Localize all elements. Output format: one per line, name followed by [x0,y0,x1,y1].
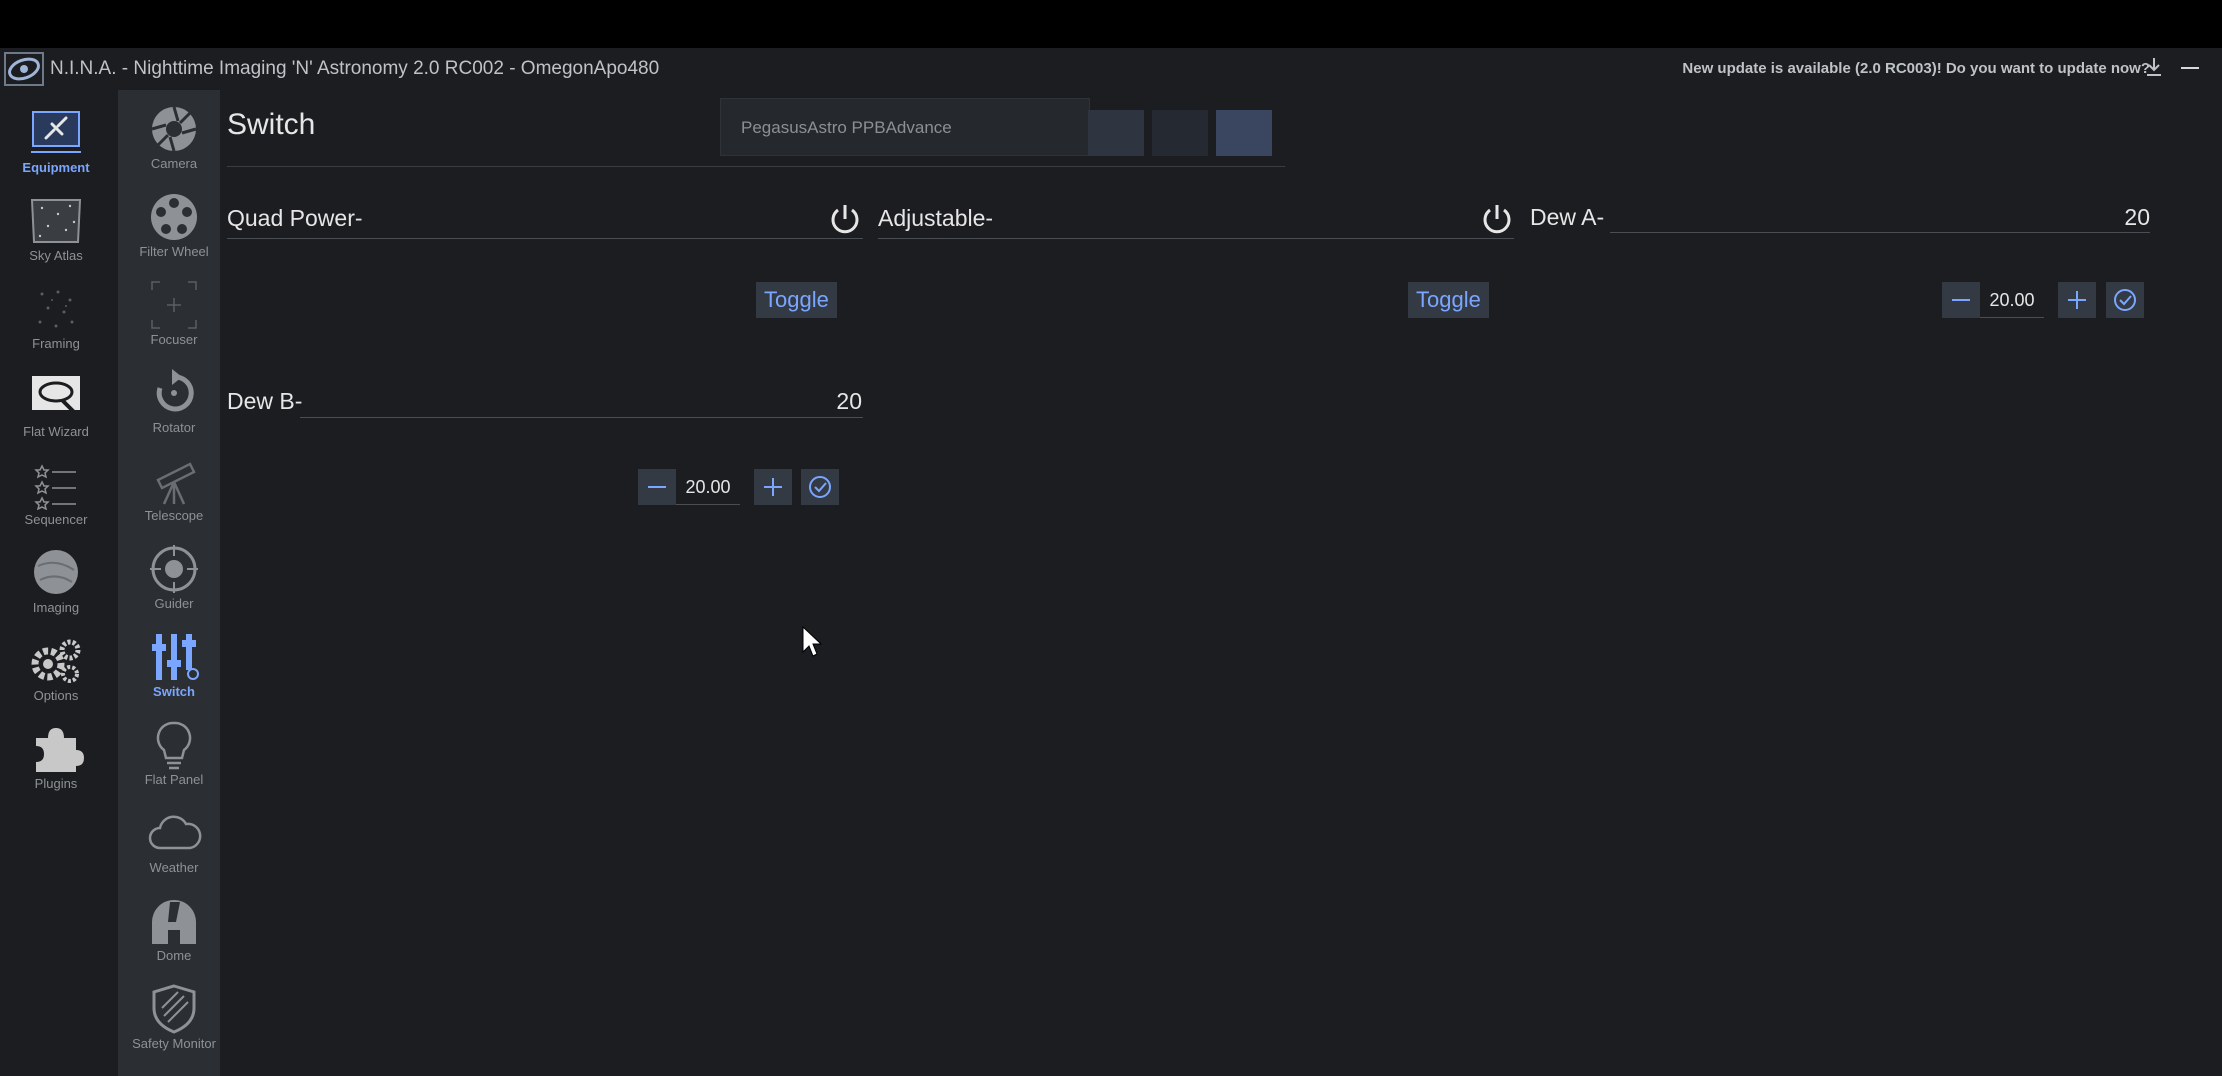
nav-item-sequencer[interactable]: Sequencer [0,460,112,527]
nav-label: Plugins [34,776,78,791]
device-name: PegasusAstro PPBAdvance [741,118,952,137]
quad-power-toggle-button[interactable]: Toggle [756,282,837,318]
equipment-nav-guider[interactable]: Guider [118,544,230,611]
nav-label: Focuser [150,332,198,347]
dome-icon [152,900,196,944]
page-title: Switch [227,108,316,141]
remote-desktop-top-bar [0,0,2222,48]
switch-divider [300,417,863,418]
nav-label: Filter Wheel [139,244,209,259]
framing-icon [38,290,74,328]
nav-item-imaging[interactable]: Imaging [0,548,112,615]
window-title: N.I.N.A. - Nighttime Imaging 'N' Astrono… [50,58,660,79]
equipment-nav-telescope[interactable]: Telescope [118,456,230,523]
switch-sliders-icon [152,634,199,680]
equipment-nav-weather[interactable]: Weather [118,808,230,875]
equipment-nav-camera[interactable]: Camera [118,104,230,171]
nav-label: Switch [153,684,195,699]
telescope-icon [156,462,196,505]
focuser-icon [151,281,197,329]
switch-label-dew-b: Dew B- [227,388,303,414]
check-circle-icon [809,476,831,498]
sky-atlas-icon [30,199,82,243]
dew-b-input[interactable]: 20.00 [676,469,740,505]
nav-label: Weather [149,860,199,875]
nav-label: Sky Atlas [29,248,83,263]
filter-wheel-icon [151,194,197,240]
adjustable-toggle-button[interactable]: Toggle [1408,282,1489,318]
nav-item-equipment[interactable]: Equipment [0,108,112,175]
download-icon[interactable] [2146,56,2162,78]
equipment-nav-rotator[interactable]: Rotator [118,368,230,435]
equipment-nav-dome[interactable]: Dome [118,896,230,963]
nav-label: Framing [32,336,80,351]
header-divider [227,166,1285,167]
lightbulb-icon [156,721,192,770]
power-icon [1483,205,1511,234]
equipment-nav-flat-panel[interactable]: Flat Panel [118,720,230,787]
nav-label: Flat Panel [144,772,204,787]
switch-divider [878,238,1514,239]
nav-item-plugins[interactable]: Plugins [0,724,112,791]
dew-a-value: 20 [2124,204,2150,230]
dew-b-decrement-button[interactable] [638,469,676,505]
nav-item-sky-atlas[interactable]: Sky Atlas [0,196,112,263]
nav-label: Guider [154,596,194,611]
equipment-nav-safety-monitor[interactable]: Safety Monitor [118,984,230,1051]
sequencer-icon [34,464,76,510]
gears-icon [31,639,81,683]
puzzle-icon [36,728,84,772]
nav-label: Camera [150,156,198,171]
nav-item-options[interactable]: Options [0,636,112,703]
equipment-nav-switch[interactable]: Switch [118,632,230,699]
nav-label: Imaging [32,600,80,615]
update-notification[interactable]: New update is available (2.0 RC003)! Do … [1682,48,2150,90]
nav-label: Rotator [152,420,196,435]
dew-a-apply-button[interactable] [2106,282,2144,318]
device-refresh-button[interactable] [1216,110,1272,156]
plus-icon [2068,291,2086,309]
shield-icon [152,984,196,1034]
camera-aperture-icon [151,106,197,152]
dew-a-input[interactable]: 20.00 [1980,282,2044,318]
minus-icon [648,486,666,488]
dew-b-value: 20 [836,388,862,414]
guider-icon [150,545,198,593]
check-circle-icon [2114,289,2136,311]
nav-label: Sequencer [24,512,88,527]
nav-label: Equipment [22,160,90,175]
dew-b-increment-button[interactable] [754,469,792,505]
dew-a-decrement-button[interactable] [1942,282,1980,318]
nav-label: Options [33,688,79,703]
nav-item-framing[interactable]: Framing [0,284,112,351]
cloud-icon [148,815,202,850]
power-icon [831,205,859,234]
switch-label-dew-a: Dew A- [1530,204,1605,230]
imaging-icon [34,550,78,594]
equipment-nav-focuser[interactable]: Focuser [118,280,230,347]
nav-label: Safety Monitor [132,1036,216,1051]
device-selector[interactable]: PegasusAstro PPBAdvance [720,98,1090,156]
nav-label: Dome [156,948,192,963]
switch-label-adjustable: Adjustable- [878,205,994,231]
plug-icon [31,111,81,153]
mouse-cursor-icon [802,626,822,657]
device-connect-button[interactable] [1152,110,1208,156]
switch-divider [227,238,863,239]
nav-label: Telescope [144,508,204,523]
equipment-nav-filter-wheel[interactable]: Filter Wheel [118,192,230,259]
plus-icon [764,478,782,496]
flat-wizard-icon [32,376,80,416]
switch-divider [1610,232,2150,233]
nina-logo-icon [4,52,44,86]
switch-label-quad-power: Quad Power- [227,205,363,231]
nav-label: Flat Wizard [23,424,89,439]
minimize-icon[interactable] [2176,54,2204,82]
nav-item-flat-wizard[interactable]: Flat Wizard [0,372,112,439]
dew-b-apply-button[interactable] [801,469,839,505]
device-settings-button[interactable] [1088,110,1144,156]
dew-a-increment-button[interactable] [2058,282,2096,318]
minus-icon [1952,299,1970,301]
rotator-icon [156,369,194,412]
